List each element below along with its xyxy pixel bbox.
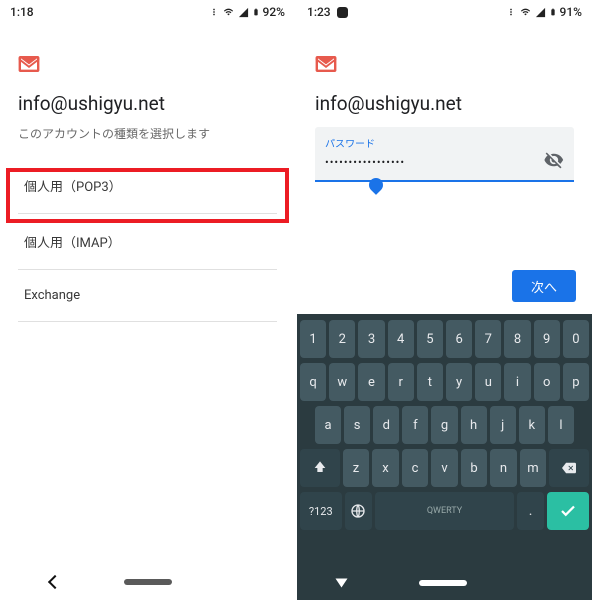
check-icon — [559, 502, 577, 520]
gmail-logo — [315, 56, 574, 72]
battery-icon — [549, 6, 557, 18]
shift-icon — [312, 460, 328, 476]
nav-back-icon[interactable] — [48, 575, 62, 589]
navbar — [0, 570, 295, 600]
battery-pct: 91% — [560, 5, 582, 19]
key-row-bottom: ?123 QWERTY . — [300, 492, 589, 530]
battery-icon — [252, 6, 260, 18]
key-v[interactable]: v — [431, 449, 458, 487]
status-icons: 91% — [506, 5, 582, 19]
option-imap[interactable]: 個人用（IMAP） — [18, 214, 277, 270]
statusbar: 1:23 91% — [297, 0, 592, 24]
key-2[interactable]: 2 — [329, 320, 355, 358]
password-field[interactable]: パスワード ••••••••••••••••• — [315, 127, 574, 180]
visibility-off-icon[interactable] — [544, 150, 564, 174]
option-exchange[interactable]: Exchange — [18, 270, 277, 322]
key-u[interactable]: u — [475, 363, 501, 401]
period-key[interactable]: . — [517, 492, 545, 530]
subtitle: このアカウントの種類を選択します — [18, 125, 277, 142]
status-icons: 92% — [209, 5, 285, 19]
backspace-icon — [560, 461, 578, 475]
key-j[interactable]: j — [490, 406, 516, 444]
key-a[interactable]: a — [315, 406, 341, 444]
clock: 1:18 — [10, 5, 34, 19]
field-underline — [315, 180, 574, 182]
key-4[interactable]: 4 — [388, 320, 414, 358]
key-s[interactable]: s — [344, 406, 370, 444]
notification-icon — [209, 7, 219, 17]
key-row-num: 1234567890 — [300, 320, 589, 358]
gmail-logo — [18, 56, 277, 72]
key-i[interactable]: i — [504, 363, 530, 401]
key-5[interactable]: 5 — [417, 320, 443, 358]
key-l[interactable]: l — [548, 406, 574, 444]
key-q[interactable]: q — [300, 363, 326, 401]
wifi-icon — [222, 7, 235, 17]
key-t[interactable]: t — [417, 363, 443, 401]
key-m[interactable]: m — [520, 449, 547, 487]
key-8[interactable]: 8 — [504, 320, 530, 358]
enter-key[interactable] — [547, 492, 589, 530]
key-r[interactable]: r — [388, 363, 414, 401]
notification-icon — [506, 7, 516, 17]
option-pop3[interactable]: 個人用（POP3） — [18, 158, 277, 214]
key-e[interactable]: e — [358, 363, 384, 401]
key-o[interactable]: o — [534, 363, 560, 401]
phone-right: 1:23 91% info@ushigyu.net パスワード ••••••••… — [297, 0, 592, 600]
phone-left: 1:18 92% info@ushigyu.net このアカウントの種類を選択し… — [0, 0, 295, 600]
key-h[interactable]: h — [461, 406, 487, 444]
key-3[interactable]: 3 — [358, 320, 384, 358]
account-type-screen: info@ushigyu.net このアカウントの種類を選択します 個人用（PO… — [0, 24, 295, 322]
cursor-handle-icon[interactable] — [366, 175, 386, 195]
backspace-key[interactable] — [549, 449, 589, 487]
wifi-icon — [519, 7, 532, 17]
chat-icon — [337, 7, 348, 18]
password-screen: info@ushigyu.net パスワード ••••••••••••••••• — [297, 24, 592, 180]
nav-home-pill[interactable] — [419, 580, 467, 586]
key-f[interactable]: f — [402, 406, 428, 444]
next-button[interactable]: 次へ — [512, 270, 576, 302]
key-g[interactable]: g — [431, 406, 457, 444]
key-n[interactable]: n — [490, 449, 517, 487]
clock: 1:23 — [307, 5, 331, 19]
key-9[interactable]: 9 — [534, 320, 560, 358]
key-1[interactable]: 1 — [300, 320, 326, 358]
nav-home-pill[interactable] — [124, 579, 172, 585]
key-row-a: asdfghjkl — [300, 406, 589, 444]
battery-pct: 92% — [263, 5, 285, 19]
key-row-q: qwertyuiop — [300, 363, 589, 401]
space-key[interactable]: QWERTY — [375, 492, 514, 530]
signal-icon — [238, 7, 249, 18]
key-z[interactable]: z — [343, 449, 370, 487]
key-d[interactable]: d — [373, 406, 399, 444]
navbar — [297, 570, 592, 600]
account-type-list: 個人用（POP3） 個人用（IMAP） Exchange — [18, 158, 277, 322]
email-title: info@ushigyu.net — [315, 92, 574, 115]
key-row-z: zxcvbnm — [300, 449, 589, 487]
signal-icon — [535, 7, 546, 18]
globe-icon — [350, 503, 366, 519]
key-0[interactable]: 0 — [563, 320, 589, 358]
key-k[interactable]: k — [519, 406, 545, 444]
emoji-key[interactable] — [345, 492, 373, 530]
password-label: パスワード — [325, 135, 564, 150]
key-p[interactable]: p — [563, 363, 589, 401]
key-b[interactable]: b — [461, 449, 488, 487]
key-y[interactable]: y — [446, 363, 472, 401]
email-title: info@ushigyu.net — [18, 92, 277, 115]
shift-key[interactable] — [300, 449, 340, 487]
key-c[interactable]: c — [402, 449, 429, 487]
nav-back-icon[interactable] — [336, 579, 348, 588]
statusbar: 1:18 92% — [0, 0, 295, 24]
password-value[interactable]: ••••••••••••••••• — [325, 156, 544, 169]
key-w[interactable]: w — [329, 363, 355, 401]
key-6[interactable]: 6 — [446, 320, 472, 358]
keyboard: 1234567890 qwertyuiop asdfghjkl zxcvbnm … — [297, 314, 592, 570]
key-x[interactable]: x — [372, 449, 399, 487]
symbols-key[interactable]: ?123 — [300, 492, 342, 530]
key-7[interactable]: 7 — [475, 320, 501, 358]
